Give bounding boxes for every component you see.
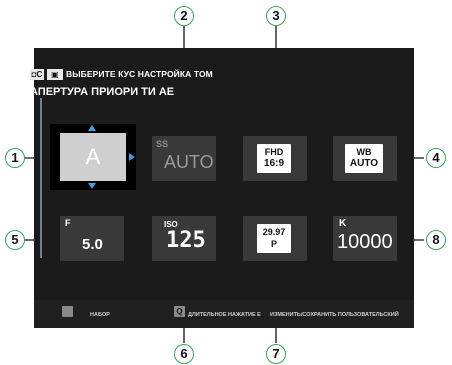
callout-6: 6 bbox=[174, 344, 194, 364]
exposure-mode-tile[interactable]: A bbox=[50, 124, 136, 190]
shutter-speed-tile[interactable]: SS AUTO bbox=[152, 136, 216, 181]
left-accent-bar bbox=[40, 98, 42, 258]
mode-subtitle: АПЕРТУРА ПРИОРИ ТИ АЕ bbox=[30, 86, 175, 98]
right-arrow-icon[interactable] bbox=[129, 153, 135, 161]
exposure-mode-value: A bbox=[60, 133, 126, 181]
callout-8: 8 bbox=[426, 230, 446, 250]
callout-2: 2 bbox=[174, 6, 194, 26]
frame-rate-bottom: P bbox=[270, 239, 277, 249]
frame-rate-icon: 29.97 P bbox=[257, 224, 291, 253]
aperture-tile[interactable]: F 5.0 bbox=[60, 216, 124, 261]
white-balance-icon: WB AUTO bbox=[345, 144, 383, 173]
header-title: ВЫБЕРИТЕ КУС НАСТРОЙКА ТОМ bbox=[66, 69, 213, 79]
save-custom-label: ИЗМЕНИТЬ/СОХРАНИТЬ ПОЛЬЗОВАТЕЛЬСКИЙ bbox=[270, 312, 399, 318]
hold-label: ДЛИТЕЛЬНОЕ НАЖАТИЕ Е bbox=[188, 312, 261, 318]
shutter-speed-label: SS bbox=[156, 139, 169, 149]
aperture-label: F bbox=[65, 218, 71, 228]
kelvin-label: K bbox=[339, 218, 347, 229]
white-balance-bottom: AUTO bbox=[349, 158, 379, 169]
callout-3: 3 bbox=[266, 6, 286, 26]
frame-rate-top: 29.97 bbox=[262, 227, 286, 237]
iso-value: 125 bbox=[166, 228, 206, 253]
white-balance-top: WB bbox=[356, 147, 372, 157]
white-balance-tile[interactable]: WB AUTO bbox=[333, 136, 397, 181]
iso-tile[interactable]: ISO 125 bbox=[152, 216, 216, 261]
custom-mode-icon: ◘C bbox=[30, 68, 44, 80]
callout-5: 5 bbox=[5, 230, 25, 250]
kelvin-value: 10000 bbox=[337, 231, 393, 253]
down-arrow-icon[interactable] bbox=[88, 183, 96, 189]
shutter-speed-value: AUTO bbox=[164, 152, 214, 172]
callout-4: 4 bbox=[426, 148, 446, 168]
up-arrow-icon[interactable] bbox=[88, 125, 96, 131]
q-button-icon[interactable]: Q bbox=[174, 306, 185, 317]
callout-1: 1 bbox=[5, 148, 25, 168]
callout-7: 7 bbox=[266, 344, 286, 364]
movie-mode-tile[interactable]: FHD 16:9 bbox=[243, 136, 307, 181]
movie-mode-icon: FHD 16:9 bbox=[257, 144, 291, 173]
set-label: НАБОР bbox=[90, 312, 110, 318]
kelvin-tile[interactable]: K 10000 bbox=[333, 216, 397, 261]
frame-rate-tile[interactable]: 29.97 P bbox=[243, 216, 307, 261]
movie-mode-bottom: 16:9 bbox=[263, 158, 284, 169]
movie-mode-top: FHD bbox=[264, 147, 284, 157]
aperture-value: 5.0 bbox=[82, 236, 103, 253]
movie-icon: ▣ bbox=[47, 68, 63, 80]
set-icon bbox=[62, 306, 73, 317]
header-line-1: ◘C ▣ ВЫБЕРИТЕ КУС НАСТРОЙКА ТОМ bbox=[30, 67, 213, 81]
